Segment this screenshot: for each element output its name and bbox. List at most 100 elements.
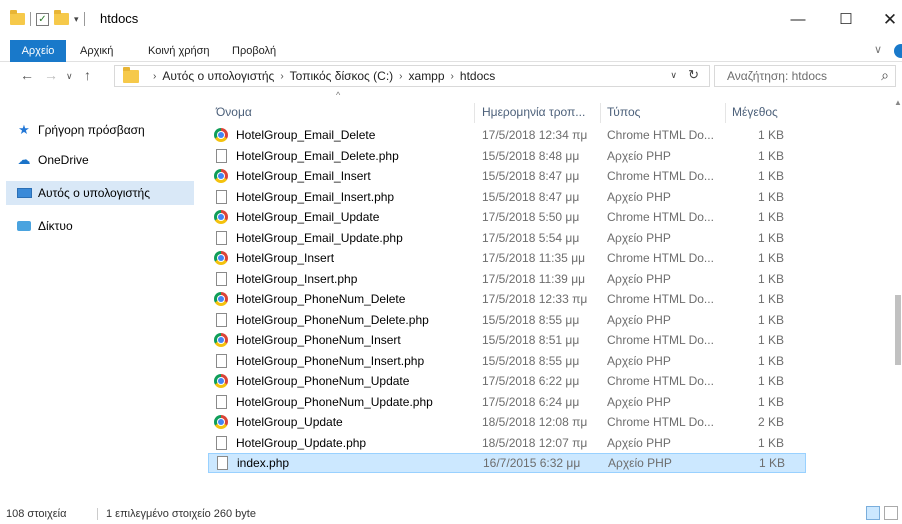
file-name: HotelGroup_PhoneNum_Update (236, 374, 410, 388)
breadcrumb-this-pc[interactable]: Αυτός ο υπολογιστής (162, 69, 274, 83)
file-type: Αρχείο PHP (607, 394, 671, 409)
file-row[interactable]: index.php 16/7/2015 6:32 μμ Αρχείο PHP 1 KB (208, 453, 806, 473)
file-row[interactable]: HotelGroup_Email_Insert 15/5/2018 8:47 μμ… (208, 166, 806, 186)
file-size: 1 KB (757, 435, 784, 450)
tab-file[interactable]: Αρχείο (10, 40, 66, 62)
file-row[interactable]: HotelGroup_Email_Insert.php 15/5/2018 8:4… (208, 187, 806, 207)
minimize-button[interactable]: — (778, 8, 818, 32)
file-name: HotelGroup_PhoneNum_Insert.php (236, 353, 425, 368)
tab-home[interactable]: Αρχική (80, 40, 113, 62)
help-icon[interactable] (894, 44, 902, 58)
maximize-button[interactable]: ☐ (826, 8, 866, 32)
breadcrumb-htdocs[interactable]: htdocs (460, 69, 495, 83)
file-date: 15/5/2018 8:51 μμ (482, 333, 580, 347)
breadcrumb-chevron-icon[interactable]: › (399, 71, 402, 82)
chrome-html-file-icon (214, 415, 228, 429)
file-size: 1 KB (757, 230, 784, 245)
file-row[interactable]: HotelGroup_Insert.php 17/5/2018 11:39 μμ Α… (208, 269, 806, 289)
file-date: 17/5/2018 6:24 μμ (482, 394, 580, 409)
breadcrumb-chevron-icon[interactable]: › (451, 71, 454, 82)
column-header-name[interactable]: Όνομα (216, 101, 252, 123)
title-bar: ✓ ▾ htdocs — ☐ ✕ (0, 0, 902, 40)
file-date: 16/7/2015 6:32 μμ (483, 456, 581, 470)
details-view-button[interactable] (866, 506, 880, 520)
large-icons-view-button[interactable] (884, 506, 898, 520)
file-row[interactable]: HotelGroup_Email_Update.php 17/5/2018 5:5… (208, 228, 806, 248)
column-divider[interactable] (474, 103, 475, 123)
file-name-cell: HotelGroup_PhoneNum_Insert.php (214, 353, 425, 368)
expand-ribbon-chevron-icon[interactable]: ∨ (874, 43, 882, 56)
breadcrumb-chevron-icon[interactable]: › (153, 71, 156, 82)
column-header-date[interactable]: Ημερομηνία τροπ... (482, 101, 585, 123)
ribbon-tabs: Αρχείο Αρχική Κοινή χρήση Προβολή ∨ (0, 40, 902, 62)
file-type: Αρχείο PHP (607, 312, 671, 327)
back-arrow-icon[interactable]: ← (20, 67, 34, 83)
file-name-cell: HotelGroup_Email_Delete (214, 128, 375, 142)
breadcrumb-local-disk[interactable]: Τοπικός δίσκος (C:) (290, 69, 394, 83)
file-row[interactable]: HotelGroup_PhoneNum_Delete 17/5/2018 12:3… (208, 289, 806, 309)
file-name-cell: index.php (215, 456, 289, 470)
file-name: HotelGroup_Update (236, 415, 343, 429)
network-icon (16, 219, 32, 234)
customize-toolbar-arrow-icon[interactable]: ▾ (74, 14, 79, 25)
file-type: Αρχείο PHP (607, 271, 671, 286)
chrome-html-file-icon (214, 251, 228, 265)
file-row[interactable]: HotelGroup_Email_Update 17/5/2018 5:50 μμ… (208, 207, 806, 227)
file-type: Chrome HTML Do... (607, 210, 714, 224)
file-name-cell: HotelGroup_Insert.php (214, 271, 358, 286)
file-row[interactable]: HotelGroup_PhoneNum_Insert 15/5/2018 8:51… (208, 330, 806, 350)
file-type: Chrome HTML Do... (607, 333, 714, 347)
breadcrumb-xampp[interactable]: xampp (409, 69, 445, 83)
nav-item-onedrive[interactable]: ☁ OneDrive (6, 148, 194, 172)
file-row[interactable]: HotelGroup_Email_Delete 17/5/2018 12:34 π… (208, 125, 806, 145)
file-row[interactable]: HotelGroup_Update.php 18/5/2018 12:07 πμ Α… (208, 433, 806, 453)
address-row: ← → ∨ ↑ › Αυτός ο υπολογιστής › Τοπικός … (0, 62, 902, 90)
file-type: Αρχείο PHP (607, 148, 671, 163)
file-name-cell: HotelGroup_PhoneNum_Delete (214, 292, 405, 306)
file-row[interactable]: HotelGroup_PhoneNum_Update.php 17/5/2018 … (208, 392, 806, 412)
address-bar[interactable]: › Αυτός ο υπολογιστής › Τοπικός δίσκος (… (114, 65, 710, 87)
search-input[interactable]: Αναζήτηση: htdocs (727, 69, 827, 83)
file-row[interactable]: HotelGroup_Email_Delete.php 15/5/2018 8:4… (208, 146, 806, 166)
nav-item-this-pc[interactable]: Αυτός ο υπολογιστής (6, 181, 194, 205)
file-row[interactable]: HotelGroup_Update 18/5/2018 12:08 πμ Chrom… (208, 412, 806, 432)
properties-check-icon[interactable]: ✓ (36, 12, 49, 26)
chrome-html-file-icon (214, 292, 228, 306)
column-header-size[interactable]: Μέγεθος (732, 101, 778, 123)
recent-locations-chevron-icon[interactable]: ∨ (66, 71, 73, 82)
tab-share[interactable]: Κοινή χρήση (148, 40, 210, 62)
search-icon[interactable]: ⌕ (881, 67, 889, 84)
file-name: HotelGroup_Email_Insert (236, 169, 371, 183)
file-name: index.php (237, 456, 290, 470)
close-button[interactable]: ✕ (870, 8, 902, 32)
file-name-cell: HotelGroup_Email_Delete.php (214, 148, 399, 163)
up-arrow-icon[interactable]: ↑ (84, 67, 91, 83)
file-name-cell: HotelGroup_Update (214, 415, 343, 429)
search-box[interactable]: Αναζήτηση: htdocs ⌕ (714, 65, 896, 87)
refresh-icon[interactable]: ↻ (688, 67, 699, 83)
column-divider[interactable] (725, 103, 726, 123)
file-row[interactable]: HotelGroup_Insert 17/5/2018 11:35 μμ Chrom… (208, 248, 806, 268)
file-size: 1 KB (757, 148, 784, 163)
tab-view[interactable]: Προβολή (232, 40, 276, 62)
column-divider[interactable] (600, 103, 601, 123)
scrollbar-thumb[interactable] (895, 295, 901, 365)
file-name-cell: HotelGroup_Email_Update.php (214, 230, 403, 245)
file-name: HotelGroup_Update.php (236, 435, 367, 450)
file-row[interactable]: HotelGroup_PhoneNum_Insert.php 15/5/2018 … (208, 351, 806, 371)
new-folder-icon[interactable] (54, 10, 69, 25)
address-dropdown-chevron-icon[interactable]: ∨ (670, 70, 677, 81)
column-header-type[interactable]: Τύπος (607, 101, 640, 123)
breadcrumb-chevron-icon[interactable]: › (280, 71, 283, 82)
file-row[interactable]: HotelGroup_PhoneNum_Delete.php 15/5/2018 … (208, 310, 806, 330)
nav-item-network[interactable]: Δίκτυο (6, 214, 194, 238)
file-name: HotelGroup_PhoneNum_Delete (236, 292, 406, 306)
forward-arrow-icon[interactable]: → (44, 67, 58, 83)
sort-ascending-icon: ^ (336, 90, 341, 100)
file-name: HotelGroup_Email_Delete (236, 128, 376, 142)
scroll-up-arrow-icon[interactable]: ▲ (894, 98, 902, 107)
nav-item-quick-access[interactable]: ★ Γρήγορη πρόσβαση (6, 118, 194, 142)
vertical-scrollbar[interactable]: ▲ (894, 90, 902, 500)
file-name: HotelGroup_Insert.php (236, 271, 358, 286)
file-row[interactable]: HotelGroup_PhoneNum_Update 17/5/2018 6:22… (208, 371, 806, 391)
